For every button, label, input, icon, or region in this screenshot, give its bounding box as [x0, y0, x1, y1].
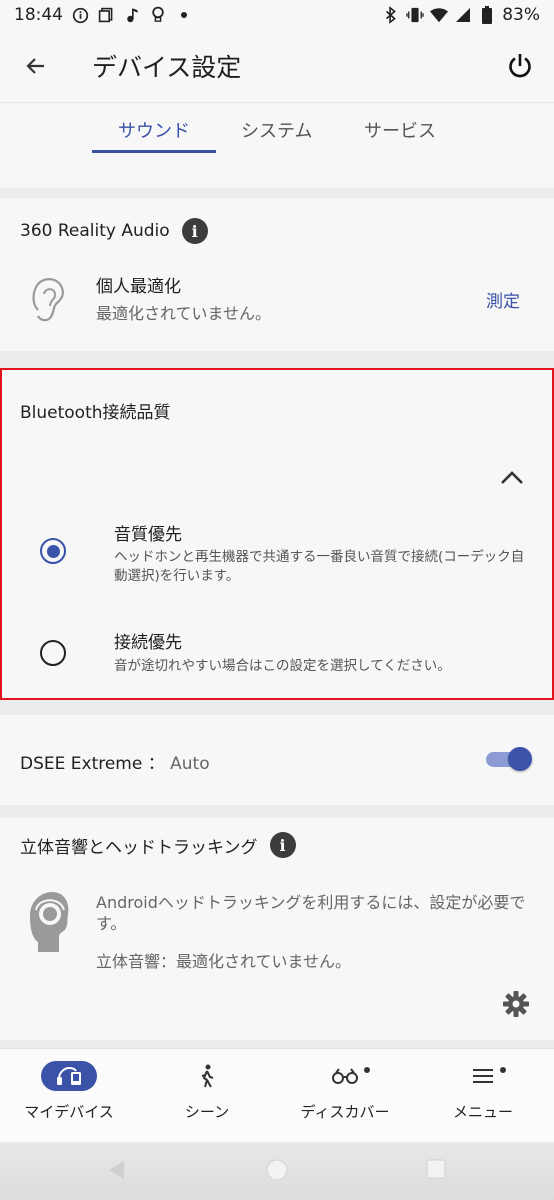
- page-title: デバイス設定: [92, 53, 242, 82]
- reality-audio-title: 360 Reality Audio: [20, 221, 170, 241]
- headphones-device-icon: [57, 1066, 81, 1085]
- menu-icon: [473, 1069, 493, 1083]
- tab-service[interactable]: サービス: [364, 117, 436, 155]
- gear-icon[interactable]: [502, 990, 530, 1018]
- nav-my-device[interactable]: マイデバイス: [0, 1049, 138, 1143]
- option-sound-quality-description: ヘッドホンと再生機器で共通する一番良い音質で接続(コーデック自動選択)を行います…: [114, 549, 525, 584]
- menu-notification-dot: [500, 1067, 506, 1073]
- spatial-audio-description: Androidヘッドトラッキングを利用するには、設定が必要です。: [96, 893, 526, 933]
- personalize-status: 最適化されていません。: [96, 304, 272, 323]
- bluetooth-status-icon: [382, 6, 400, 24]
- status-time: 18:44: [14, 5, 63, 25]
- nav-my-device-label: マイデバイス: [24, 1103, 114, 1121]
- app-bar: デバイス設定: [0, 30, 554, 102]
- nav-my-device-icon-wrap: [41, 1061, 97, 1091]
- vibrate-status-icon: [406, 6, 424, 24]
- spatial-audio-card: 立体音響とヘッドトラッキング i Androidヘッドトラッキングを利用するには…: [0, 818, 554, 1040]
- dsee-label: DSEE Extreme: [20, 754, 143, 774]
- ear-icon: [32, 278, 64, 322]
- dsee-value: Auto: [170, 754, 210, 774]
- status-bar: 18:44 83%: [0, 0, 554, 30]
- radio-sound-quality[interactable]: [40, 538, 66, 564]
- tab-bar: サウンド システム サービス: [0, 102, 554, 188]
- measure-button[interactable]: 測定: [486, 287, 520, 312]
- bluetooth-quality-title: Bluetooth接続品質: [20, 403, 171, 423]
- nav-scene-icon-wrap: [179, 1061, 235, 1091]
- system-back-button[interactable]: [106, 1159, 128, 1181]
- back-button[interactable]: [14, 44, 58, 88]
- nav-discover-label: ディスカバー: [300, 1103, 390, 1121]
- spatial-audio-status: 立体音響：最適化されていません。: [96, 952, 352, 971]
- option-connection-description: 音が途切れやすい場合はこの設定を選択してください。: [114, 658, 451, 674]
- nav-scene[interactable]: シーン: [138, 1049, 276, 1143]
- spatial-audio-title: 立体音響とヘッドトラッキング: [20, 837, 258, 858]
- binoculars-icon: [332, 1068, 358, 1084]
- tab-system[interactable]: システム: [241, 117, 312, 155]
- reality-audio-header: 360 Reality Audio i: [20, 218, 208, 244]
- copy-status-icon: [97, 6, 115, 24]
- bluetooth-quality-card: Bluetooth接続品質 音質優先 ヘッドホンと再生機器で共通する一番良い音質…: [0, 368, 554, 700]
- power-button[interactable]: [498, 44, 542, 88]
- nav-discover[interactable]: ディスカバー: [276, 1049, 414, 1143]
- nav-menu-icon-wrap: [455, 1061, 511, 1091]
- toggle-thumb: [508, 747, 532, 771]
- spatial-audio-header: 立体音響とヘッドトラッキング i: [20, 832, 296, 858]
- dsee-toggle[interactable]: [486, 747, 532, 771]
- system-home-button[interactable]: [266, 1159, 288, 1181]
- nav-discover-icon-wrap: [317, 1061, 373, 1091]
- wifi-status-icon: [430, 6, 449, 24]
- dsee-card: DSEE Extreme ： Auto: [0, 715, 554, 805]
- nav-menu[interactable]: メニュー: [414, 1049, 552, 1143]
- signal-status-icon: [454, 6, 472, 24]
- option-connection-title: 接続優先: [114, 633, 182, 653]
- reality-audio-card: 360 Reality Audio i 個人最適化 最適化されていません。 測定: [0, 198, 554, 351]
- chevron-up-icon[interactable]: [498, 468, 526, 488]
- personalize-title: 個人最適化: [96, 277, 181, 297]
- dsee-row: DSEE Extreme ： Auto: [20, 749, 210, 774]
- lightbulb-status-icon: [149, 6, 167, 24]
- head-tracking-icon: [30, 892, 69, 952]
- walking-person-icon: [201, 1064, 214, 1088]
- power-icon: [509, 54, 531, 78]
- notification-dot-icon: [175, 6, 193, 24]
- discover-notification-dot: [364, 1067, 370, 1073]
- info-icon[interactable]: i: [181, 218, 208, 244]
- arrow-left-icon: [26, 58, 44, 74]
- system-navigation-bar: [0, 1142, 554, 1200]
- bottom-navigation: マイデバイス シーン ディスカバー メニュー: [0, 1048, 554, 1142]
- dsee-separator: ：: [147, 754, 165, 774]
- radio-connection-priority[interactable]: [40, 640, 66, 666]
- nav-menu-label: メニュー: [452, 1103, 513, 1121]
- info-status-icon: [71, 6, 89, 24]
- option-sound-quality-title: 音質優先: [114, 525, 182, 545]
- active-tab-indicator: [92, 150, 216, 153]
- nav-scene-label: シーン: [184, 1103, 230, 1121]
- battery-level: 83%: [502, 5, 540, 25]
- info-icon[interactable]: i: [269, 832, 296, 858]
- system-recents-button[interactable]: [426, 1159, 446, 1179]
- battery-status-icon: [478, 6, 496, 24]
- music-note-status-icon: [123, 6, 141, 24]
